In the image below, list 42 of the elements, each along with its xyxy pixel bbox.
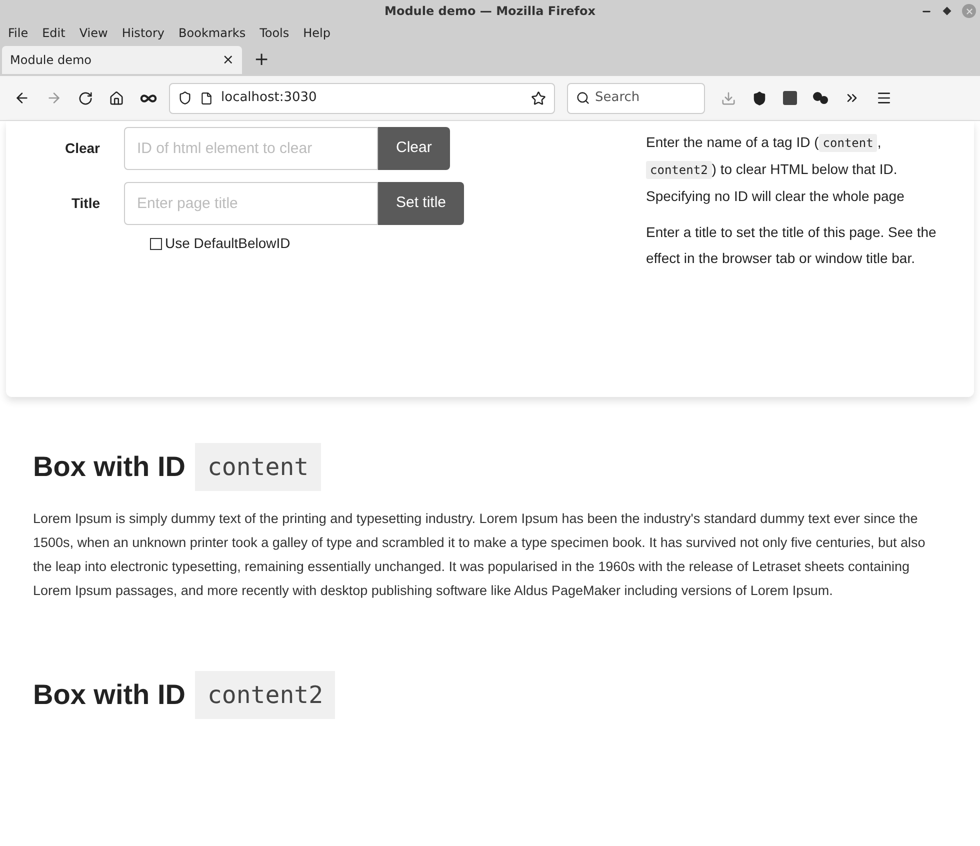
action-button[interactable]: Set title [378, 182, 464, 225]
back-icon[interactable] [14, 90, 30, 106]
search-field[interactable]: Search [567, 82, 705, 114]
section-heading: Box with ID [33, 678, 186, 712]
search-icon [576, 91, 590, 105]
text-input[interactable]: Enter page title [124, 182, 378, 225]
url-text: localhost:3030 [221, 89, 318, 108]
extension-icon[interactable] [813, 92, 828, 104]
menu-item[interactable]: Bookmarks [178, 24, 246, 42]
menu-item[interactable]: Help [303, 24, 330, 42]
menu-item[interactable]: File [8, 24, 28, 42]
help-text: Enter the name of a tag ID ( content , content2 ) to clear HTML below that ID. Specifying no ID will clear the whole page [646, 133, 906, 206]
action-button[interactable]: Clear [378, 127, 450, 170]
field-label: Clear [64, 139, 101, 158]
download-icon[interactable] [721, 90, 736, 106]
menu-item[interactable]: History [122, 24, 165, 42]
menu-item[interactable]: Edit [42, 24, 66, 42]
reload-icon[interactable] [78, 90, 93, 106]
menu-icon[interactable] [876, 90, 892, 106]
bookmark-star-icon[interactable] [531, 90, 546, 106]
forward-icon[interactable] [46, 90, 62, 106]
home-icon[interactable] [109, 90, 124, 106]
page-icon [200, 92, 213, 104]
id-code-label: content [195, 443, 321, 491]
menu-item[interactable]: View [79, 24, 108, 42]
address-bar[interactable]: localhost:3030 [169, 82, 555, 114]
menu-item[interactable]: Tools [260, 24, 290, 42]
id-code-label: content2 [195, 671, 336, 719]
shield-extension-icon[interactable] [752, 90, 767, 106]
section-paragraph: Lorem Ipsum is simply dummy text of the printing and typesetting industry. Lorem Ipsum has been the industry's standard dummy text ever since the 1500s, when an unknown printer took a galley of type and scrambled it to make a type specimen book. It has survived not only five centuries, but also the leap into electronic typesetting, remaining essentially unchanged. It was popularised in the 1960s with the release of Letraset sheets containing Lorem Ipsum passages, and more recently with desktop publishing software like Aldus PageMaker including versions of Lorem Ipsum. [33, 510, 926, 600]
window-title: Module demo — Mozilla Firefox [384, 3, 596, 20]
help-text: Enter a title to set the title of this page. See the effect in the browser tab or window title bar. [646, 223, 938, 268]
checkbox-label[interactable]: Use DefaultBelowID [165, 233, 290, 254]
tab-title: Module demo [10, 52, 92, 69]
tab-close-button[interactable]: × [222, 50, 234, 70]
section-heading: Box with ID [33, 450, 186, 484]
browser-tab[interactable]: Module demo × [2, 46, 242, 74]
new-tab-button[interactable]: + [246, 46, 278, 74]
field-label: Title [70, 194, 101, 213]
text-input[interactable]: ID of html element to clear [124, 127, 378, 170]
shield-icon [178, 91, 192, 105]
checkbox[interactable] [150, 238, 162, 250]
